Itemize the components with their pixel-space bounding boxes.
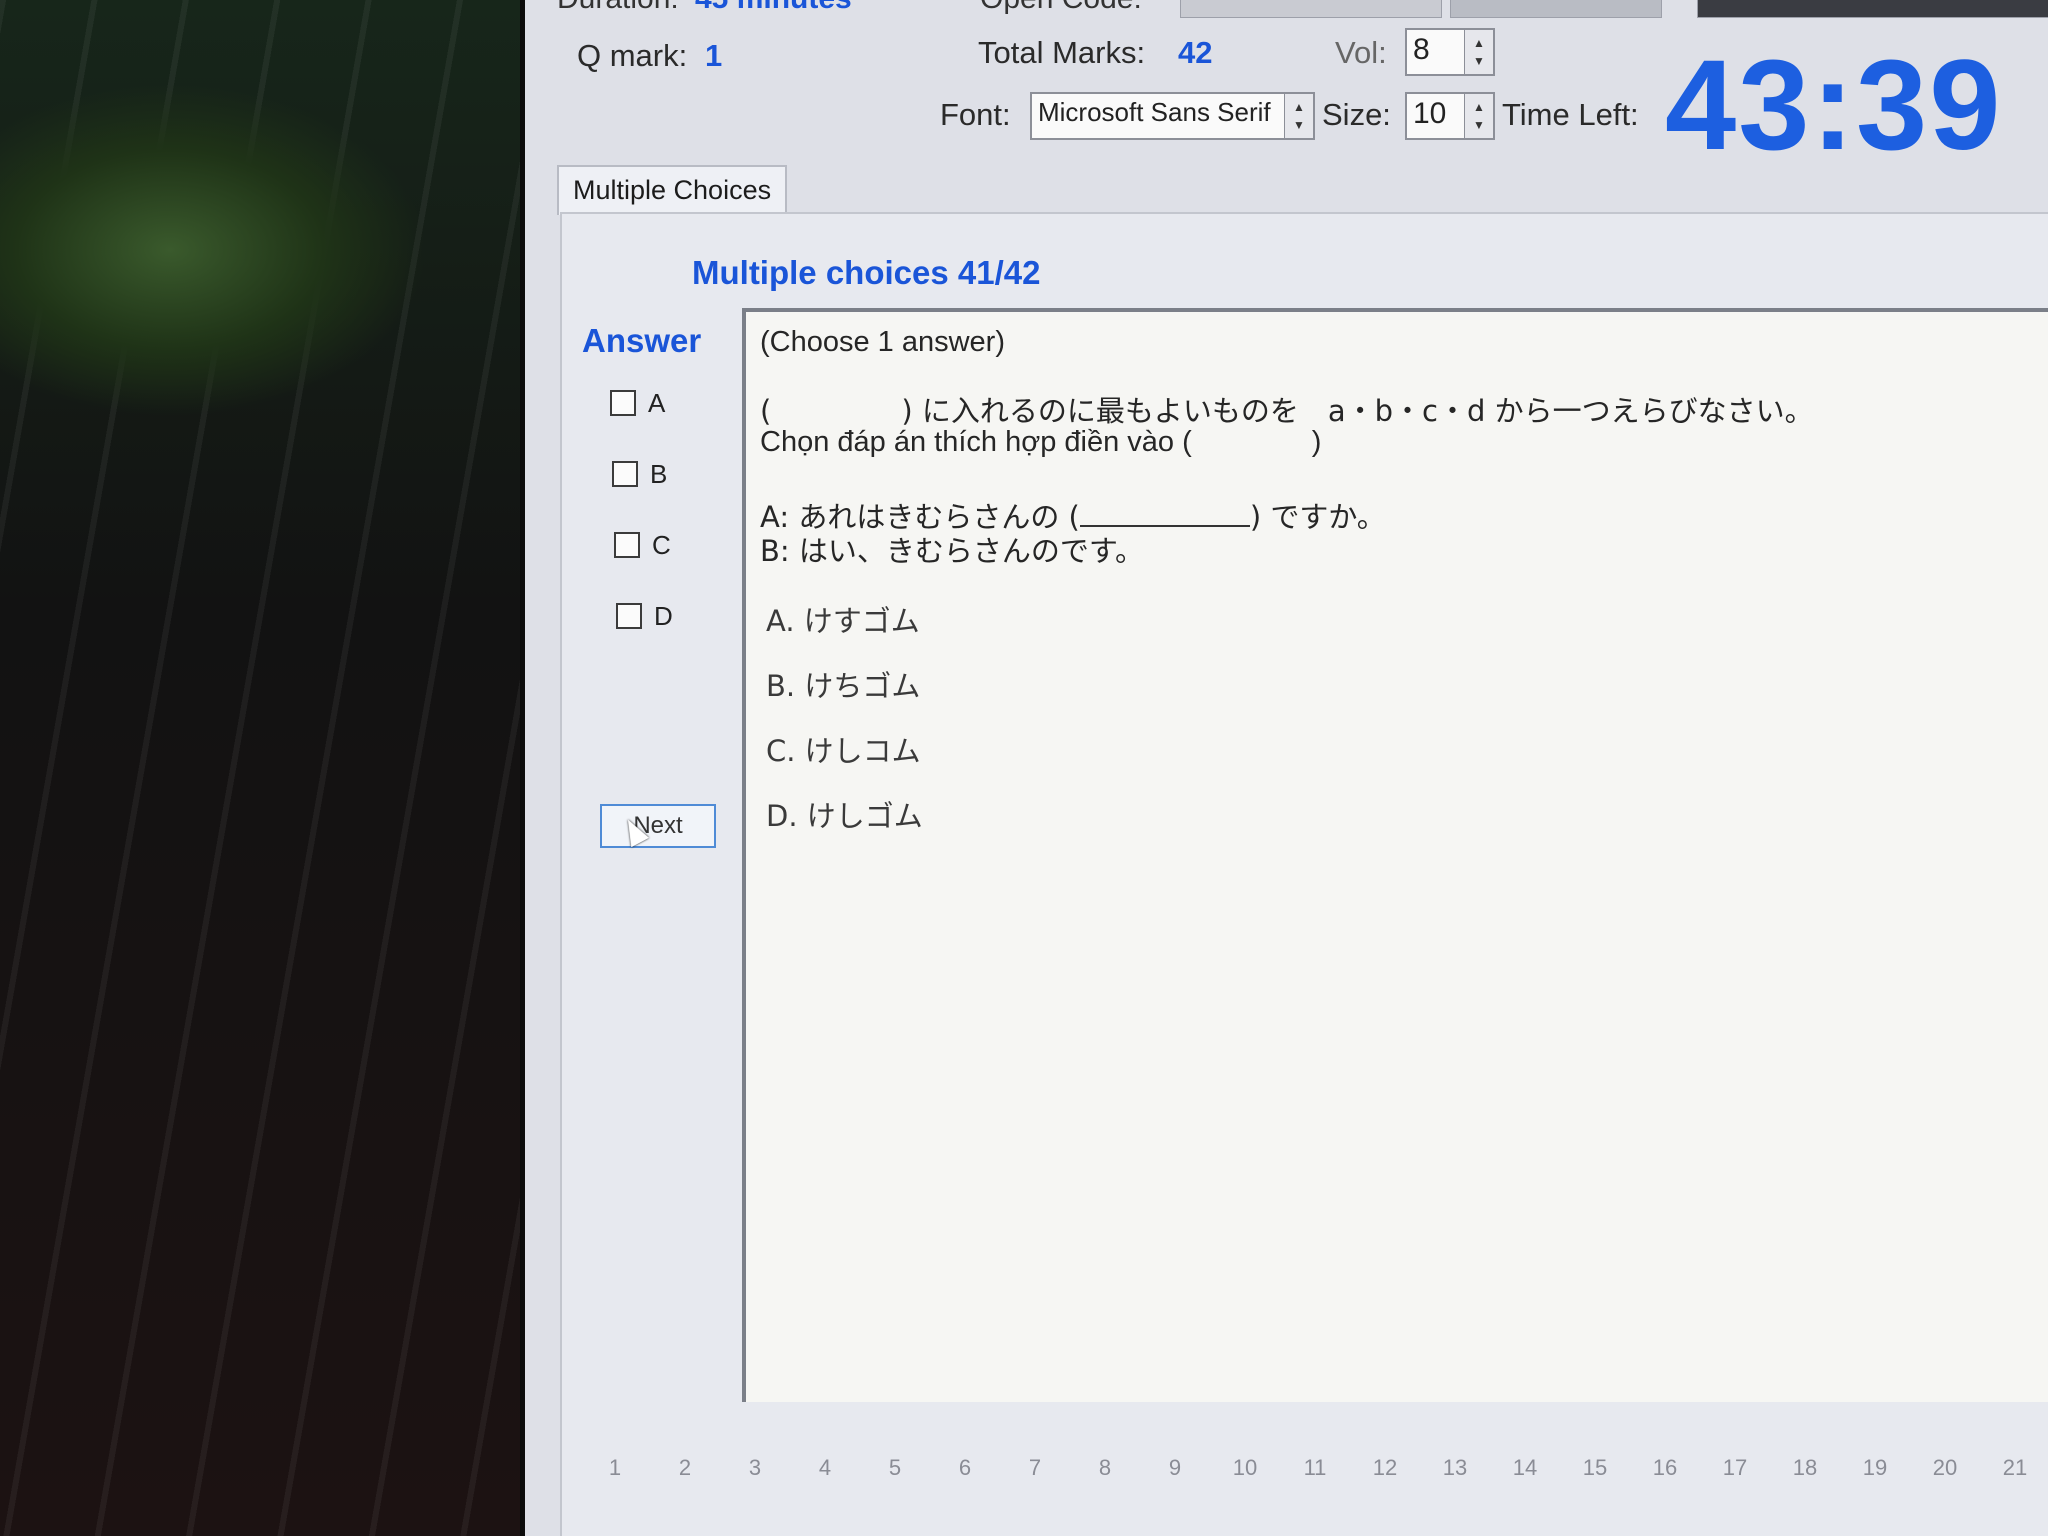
total-marks-label: Total Marks:: [978, 35, 1146, 70]
prompt-jp-rest: ) に入れるのに最もよいものを a・b・c・d から一つえらびなさい。: [901, 394, 1814, 428]
question-panel: Multiple choices 41/42 Answer A B C D Ne…: [560, 212, 2048, 1536]
prompt-jp-open: (: [760, 394, 772, 428]
vol-value: 8: [1413, 33, 1430, 66]
question-content: (Choose 1 answer) ( ) に入れるのに最もよいものを a・b・c…: [742, 308, 2048, 1402]
choice-b: B. けちゴム: [766, 669, 921, 703]
checkbox-c[interactable]: [614, 532, 640, 558]
open-code-label: Open Code:: [980, 0, 1142, 16]
top-bar-dark: [1697, 0, 2048, 18]
answer-heading: Answer: [582, 322, 702, 359]
checkbox-a[interactable]: [610, 390, 636, 416]
size-label: Size:: [1322, 97, 1391, 132]
page-link-11[interactable]: 11: [1280, 1440, 1350, 1500]
total-marks-value: 42: [1178, 35, 1213, 70]
page-link-19[interactable]: 19: [1840, 1440, 1910, 1500]
page-link-9[interactable]: 9: [1140, 1440, 1210, 1500]
font-label: Font:: [940, 97, 1011, 132]
choice-a: A. けすゴム: [766, 604, 920, 638]
countdown-timer: 43:39: [1665, 34, 2003, 177]
size-spinner[interactable]: 10 ▲ ▼: [1405, 92, 1495, 140]
answer-option-c[interactable]: C: [614, 528, 671, 562]
size-value: 10: [1413, 97, 1447, 130]
page-link-1[interactable]: 1: [580, 1440, 650, 1500]
q-mark-label: Q mark:: [577, 38, 688, 73]
question-prompt-jp: ( ) に入れるのに最もよいものを a・b・c・d から一つえらびなさい。: [760, 388, 1814, 430]
q-mark-value: 1: [705, 38, 723, 73]
vol-spin-arrows-icon[interactable]: ▲ ▼: [1464, 30, 1493, 74]
font-spin-arrows-icon[interactable]: ▲ ▼: [1284, 94, 1313, 138]
page-link-10[interactable]: 10: [1210, 1440, 1280, 1500]
time-left-label: Time Left:: [1502, 97, 1639, 132]
top-button[interactable]: [1450, 0, 1662, 18]
page-link-12[interactable]: 12: [1350, 1440, 1420, 1500]
question-instruction: (Choose 1 answer): [760, 326, 1005, 358]
page-link-6[interactable]: 6: [930, 1440, 1000, 1500]
checkbox-d[interactable]: [616, 603, 642, 629]
page-link-8[interactable]: 8: [1070, 1440, 1140, 1500]
duration-label: Duration:: [557, 0, 679, 16]
next-button[interactable]: Next: [600, 804, 716, 848]
answer-option-b-label: B: [650, 458, 668, 489]
page-link-2[interactable]: 2: [650, 1440, 720, 1500]
background-environment: [0, 0, 530, 1536]
page-link-18[interactable]: 18: [1770, 1440, 1840, 1500]
answer-option-a[interactable]: A: [610, 386, 665, 420]
vol-label: Vol:: [1335, 35, 1387, 70]
vol-spinner[interactable]: 8 ▲ ▼: [1405, 28, 1495, 76]
dialogue-line-b: B: はい、きむらさんのです。: [760, 534, 1144, 568]
page-link-4[interactable]: 4: [790, 1440, 860, 1500]
choice-d: D. けしゴム: [766, 799, 923, 833]
page-link-13[interactable]: 13: [1420, 1440, 1490, 1500]
font-value: Microsoft Sans Serif: [1038, 97, 1271, 127]
exam-window: Duration: 45 minutes Open Code: Q mark: …: [525, 0, 2048, 1536]
answer-option-b[interactable]: B: [612, 457, 667, 491]
answer-option-a-label: A: [648, 387, 666, 418]
page-link-14[interactable]: 14: [1490, 1440, 1560, 1500]
answer-blank: [1079, 499, 1250, 527]
answer-option-c-label: C: [652, 529, 671, 560]
prompt-vi-text: Chọn đáp án thích hợp điền vào (: [760, 426, 1192, 458]
page-link-20[interactable]: 20: [1910, 1440, 1980, 1500]
page-link-16[interactable]: 16: [1630, 1440, 1700, 1500]
choice-c: C. けしコム: [766, 734, 921, 768]
page-link-3[interactable]: 3: [720, 1440, 790, 1500]
page-link-21[interactable]: 21: [1980, 1440, 2048, 1500]
checkbox-b[interactable]: [612, 461, 638, 487]
page-link-5[interactable]: 5: [860, 1440, 930, 1500]
line-a-end: ) ですか。: [1249, 500, 1386, 534]
question-pager: 1 2 3 4 5 6 7 8 9 10 11 12 13 14 15 16 17 18 19 20 21: [580, 1440, 2048, 1500]
font-select[interactable]: Microsoft Sans Serif ▲ ▼: [1030, 92, 1315, 140]
tab-multiple-choices[interactable]: Multiple Choices: [557, 165, 788, 215]
page-link-7[interactable]: 7: [1000, 1440, 1070, 1500]
duration-value: 45 minutes: [695, 0, 852, 16]
answer-option-d-label: D: [654, 600, 673, 631]
open-code-field[interactable]: [1180, 0, 1442, 18]
page-link-17[interactable]: 17: [1700, 1440, 1770, 1500]
question-prompt-vi: Chọn đáp án thích hợp điền vào (): [760, 426, 1321, 459]
page-link-15[interactable]: 15: [1560, 1440, 1630, 1500]
section-title: Multiple choices 41/42: [692, 254, 1041, 291]
size-spin-arrows-icon[interactable]: ▲ ▼: [1464, 94, 1493, 138]
prompt-vi-close: ): [1311, 426, 1322, 458]
answer-option-d[interactable]: D: [616, 599, 673, 633]
